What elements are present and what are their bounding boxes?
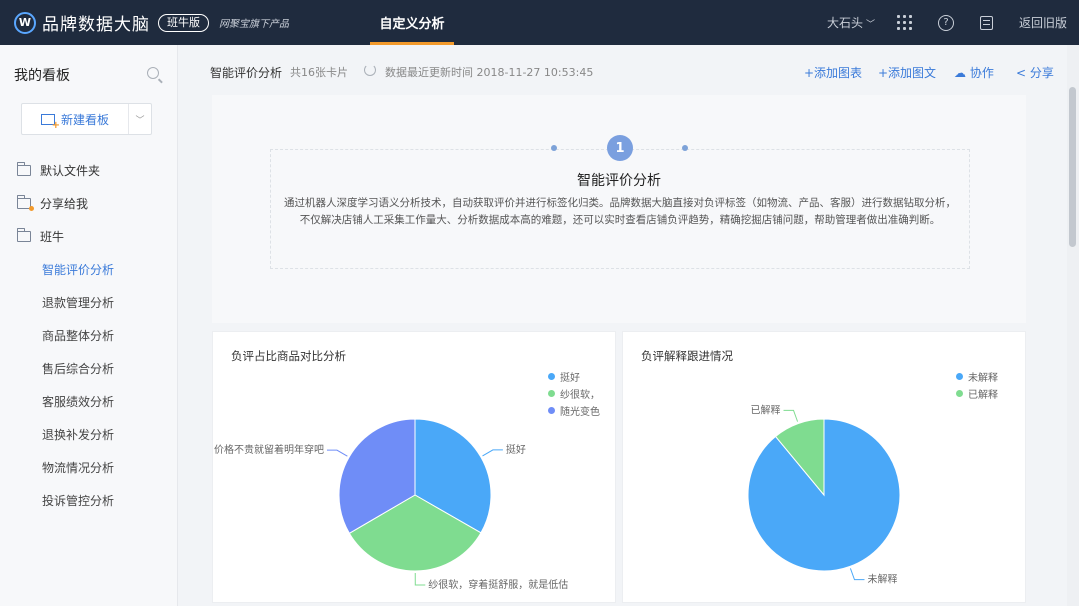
brand-slogan: 网聚宝旗下产品 xyxy=(219,19,289,30)
last-updated: 数据最近更新时间 2018-11-27 10:53:45 xyxy=(385,66,594,79)
refresh-icon[interactable] xyxy=(364,64,376,76)
folder-icon xyxy=(17,228,31,242)
sidebar: 我的看板 新建看板 ﹀ 默认文件夹 分享给我 班牛 智能评价分析 退款管理分析 … xyxy=(0,45,178,606)
scrollbar-thumb[interactable] xyxy=(1069,87,1076,247)
edition-badge: 班牛版 xyxy=(158,13,209,32)
sidebar-item-smart-review[interactable]: 智能评价分析 xyxy=(42,261,114,278)
new-board-label: 新建看板 xyxy=(60,112,109,127)
brand-logo[interactable]: W 品牌数据大脑 班牛版 网聚宝旗下产品 xyxy=(14,0,289,45)
pie-slice-label: 已解释 xyxy=(751,403,781,416)
sidebar-item-refund[interactable]: 退款管理分析 xyxy=(42,294,114,311)
tab-custom-analysis[interactable]: 自定义分析 xyxy=(370,0,454,45)
board-title: 智能评价分析 xyxy=(210,66,283,80)
sidebar-folder-label: 分享给我 xyxy=(40,197,89,211)
shared-folder-icon xyxy=(17,195,34,211)
card-count: 共16张卡片 xyxy=(290,66,348,79)
chevron-down-icon: ﹀ xyxy=(865,20,875,30)
brand-name: 品牌数据大脑 xyxy=(42,15,150,35)
user-menu[interactable]: 大石头 ﹀ xyxy=(827,14,875,31)
pie-chart-negative-ratio: 挺好纱很软，穿着挺舒服，就是低估 价格不贵就留着明年穿吧 xyxy=(214,418,568,591)
chart-card-explanation-followup[interactable]: 负评解释跟进情况 未解释 已解释 未解释 已解释 xyxy=(622,331,1026,603)
cloud-icon: ☁ xyxy=(954,66,966,80)
top-bar: W 品牌数据大脑 班牛版 网聚宝旗下产品 自定义分析 大石头 ﹀ ? 返回旧版 xyxy=(0,0,1079,45)
sidebar-title: 我的看板 xyxy=(14,68,70,84)
add-text-button[interactable]: +添加图文 xyxy=(878,64,936,81)
pie-chart-explanation-followup: 未解释 已解释 xyxy=(747,403,901,586)
pie-slice-label: 未解释 xyxy=(867,573,897,586)
pie-label-line xyxy=(783,409,799,422)
notes-icon[interactable] xyxy=(979,15,993,30)
sidebar-item-complaint[interactable]: 投诉管控分析 xyxy=(42,492,114,509)
intro-title: 智能评价分析 xyxy=(577,173,661,189)
new-board-dropdown-icon[interactable]: ﹀ xyxy=(129,113,151,126)
chart-card-negative-ratio[interactable]: 负评占比商品对比分析 挺好 纱很软， 随光变色 挺好 纱很软，穿着挺舒服，就是低估… xyxy=(212,331,616,603)
collaborate-label: 协作 xyxy=(969,66,994,80)
pie-label-line xyxy=(482,449,503,457)
intro-description: 通过机器人深度学习语义分析技术，自动获取评价并进行标签化归类。品牌数据大脑直接对… xyxy=(284,197,956,226)
pie-slice-label: 价格不贵就留着明年穿吧 xyxy=(214,443,324,456)
pie-slice-label: 纱很软，穿着挺舒服，就是低估 xyxy=(428,578,568,591)
step-dot xyxy=(551,145,557,151)
brand-logo-icon: W xyxy=(14,11,36,34)
apps-grid-icon[interactable] xyxy=(896,15,912,30)
sidebar-folder-label: 默认文件夹 xyxy=(40,164,101,178)
share-label: 分享 xyxy=(1029,66,1054,80)
intro-card: 1 智能评价分析 通过机器人深度学习语义分析技术，自动获取评价并进行标签化归类。… xyxy=(212,95,1026,323)
sidebar-item-exchange[interactable]: 退换补发分析 xyxy=(42,426,114,443)
search-icon[interactable] xyxy=(147,67,159,79)
add-chart-button[interactable]: +添加图表 xyxy=(804,64,862,81)
sidebar-folder-label: 班牛 xyxy=(40,230,65,244)
sidebar-item-after-sales[interactable]: 售后综合分析 xyxy=(42,360,114,377)
sidebar-folder-default[interactable]: 默认文件夹 xyxy=(17,162,100,179)
sidebar-item-service-kpi[interactable]: 客服绩效分析 xyxy=(42,393,114,410)
sidebar-folder-banniu[interactable]: 班牛 xyxy=(17,228,64,245)
share-icon: < xyxy=(1016,66,1027,80)
scrollbar[interactable] xyxy=(1067,45,1079,606)
pie-label-line xyxy=(326,449,348,457)
sidebar-folder-shared[interactable]: 分享给我 xyxy=(17,195,88,212)
collaborate-button[interactable]: ☁ 协作 xyxy=(954,64,994,81)
add-board-icon xyxy=(40,113,60,131)
sidebar-item-product[interactable]: 商品整体分析 xyxy=(42,327,114,344)
board-header: 智能评价分析 共16张卡片 数据最近更新时间 2018-11-27 10:53:… xyxy=(178,45,1067,95)
step-number-badge: 1 xyxy=(607,135,633,161)
new-board-button[interactable]: 新建看板 xyxy=(22,104,129,134)
folder-icon xyxy=(17,162,31,176)
sidebar-item-logistics[interactable]: 物流情况分析 xyxy=(42,459,114,476)
pie-label-line xyxy=(849,568,865,581)
back-to-old-version-link[interactable]: 返回旧版 xyxy=(1019,14,1067,31)
user-name: 大石头 xyxy=(826,16,863,30)
pie-slice-label: 挺好 xyxy=(506,443,526,456)
share-button[interactable]: < 分享 xyxy=(1016,64,1054,81)
pie-label-line xyxy=(414,572,426,586)
help-icon[interactable]: ? xyxy=(937,14,954,31)
step-dot xyxy=(682,145,688,151)
new-board-button-group: 新建看板 ﹀ xyxy=(21,103,152,135)
